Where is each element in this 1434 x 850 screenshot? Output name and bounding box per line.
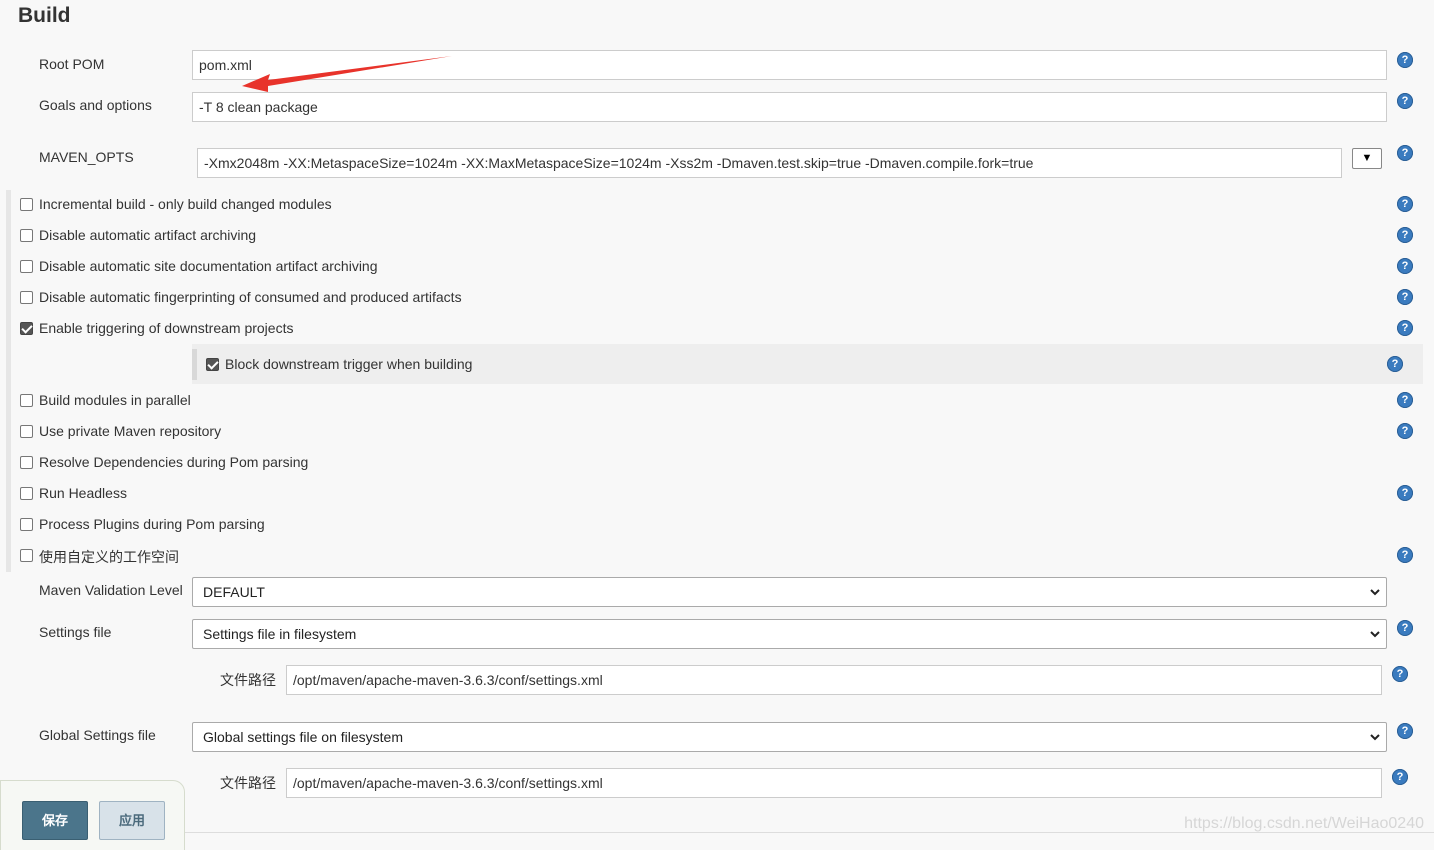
checkbox-label: Use private Maven repository (39, 423, 222, 439)
global-settings-label: Global Settings file (39, 727, 156, 743)
checkbox-box[interactable] (20, 487, 33, 500)
checkbox-box[interactable] (206, 358, 219, 371)
run-headless-help-icon[interactable]: ? (1397, 485, 1413, 501)
maven-opts-label: MAVEN_OPTS (39, 149, 134, 165)
checkbox-box[interactable] (20, 549, 33, 562)
checkbox-box[interactable] (20, 394, 33, 407)
checkbox-box[interactable] (20, 260, 33, 273)
checkbox-box[interactable] (20, 291, 33, 304)
apply-button[interactable]: 应用 (99, 801, 165, 840)
checkbox-label: Process Plugins during Pom parsing (39, 516, 265, 532)
save-button[interactable]: 保存 (22, 801, 88, 840)
section-title: Build (18, 4, 71, 27)
chevron-down-icon (1370, 589, 1380, 596)
site-doc-help-icon[interactable]: ? (1397, 258, 1413, 274)
global-settings-select[interactable]: Global settings file on filesystem (192, 722, 1387, 752)
advanced-section-bar (6, 190, 11, 572)
maven-opts-expand-button[interactable]: ▼ (1352, 148, 1382, 169)
goals-help-icon[interactable]: ? (1397, 93, 1413, 109)
checkbox-label: Run Headless (39, 485, 127, 501)
checkbox-box[interactable] (20, 518, 33, 531)
checkbox-box[interactable] (20, 456, 33, 469)
artifact-archiving-help-icon[interactable]: ? (1397, 227, 1413, 243)
root-pom-label: Root POM (39, 56, 105, 72)
global-settings-path-label: 文件路径 (220, 775, 276, 791)
settings-file-help-icon[interactable]: ? (1397, 620, 1413, 636)
downstream-triggering-help-icon[interactable]: ? (1397, 320, 1413, 336)
settings-path-label: 文件路径 (220, 672, 276, 688)
parallel-help-icon[interactable]: ? (1397, 392, 1413, 408)
incremental-build-help-icon[interactable]: ? (1397, 196, 1413, 212)
global-settings-value: Global settings file on filesystem (203, 729, 403, 745)
maven-opts-input[interactable]: -Xmx2048m -XX:MetaspaceSize=1024m -XX:Ma… (197, 148, 1342, 178)
settings-file-label: Settings file (39, 624, 112, 640)
validation-level-label: Maven Validation Level (39, 582, 183, 598)
chevron-down-icon (1370, 631, 1380, 638)
settings-path-input[interactable]: /opt/maven/apache-maven-3.6.3/conf/setti… (286, 665, 1382, 695)
checkbox-box[interactable] (20, 229, 33, 242)
validation-level-value: DEFAULT (203, 584, 265, 600)
checkbox-label: Build modules in parallel (39, 392, 191, 408)
checkbox-label: Incremental build - only build changed m… (39, 196, 332, 212)
global-settings-help-icon[interactable]: ? (1397, 723, 1413, 739)
checkbox-label: Block downstream trigger when building (225, 356, 473, 372)
checkbox-label: Resolve Dependencies during Pom parsing (39, 454, 309, 470)
checkbox-label: Disable automatic artifact archiving (39, 227, 257, 243)
checkbox-label: Disable automatic fingerprinting of cons… (39, 289, 462, 305)
checkbox-label: Enable triggering of downstream projects (39, 320, 294, 336)
checkbox-box[interactable] (20, 322, 33, 335)
validation-level-select[interactable]: DEFAULT (192, 577, 1387, 607)
settings-path-help-icon[interactable]: ? (1392, 666, 1408, 682)
checkbox-label: 使用自定义的工作空间 (39, 549, 179, 565)
checkbox-label: Disable automatic site documentation art… (39, 258, 378, 274)
block-downstream-help-icon[interactable]: ? (1387, 356, 1403, 372)
chevron-down-icon (1370, 734, 1380, 741)
custom-workspace-help-icon[interactable]: ? (1397, 547, 1413, 563)
global-settings-path-input[interactable]: /opt/maven/apache-maven-3.6.3/conf/setti… (286, 768, 1382, 798)
root-pom-help-icon[interactable]: ? (1397, 52, 1413, 68)
goals-label: Goals and options (39, 97, 152, 113)
fingerprinting-help-icon[interactable]: ? (1397, 289, 1413, 305)
private-repo-help-icon[interactable]: ? (1397, 423, 1413, 439)
annotation-arrow-icon (242, 56, 452, 92)
checkbox-box[interactable] (20, 425, 33, 438)
checkbox-box[interactable] (20, 198, 33, 211)
maven-opts-help-icon[interactable]: ? (1397, 145, 1413, 161)
settings-file-value: Settings file in filesystem (203, 626, 357, 642)
global-settings-path-help-icon[interactable]: ? (1392, 769, 1408, 785)
nested-options-bar (192, 349, 197, 380)
watermark: https://blog.csdn.net/WeiHao0240 (1184, 815, 1424, 832)
settings-file-select[interactable]: Settings file in filesystem (192, 619, 1387, 649)
